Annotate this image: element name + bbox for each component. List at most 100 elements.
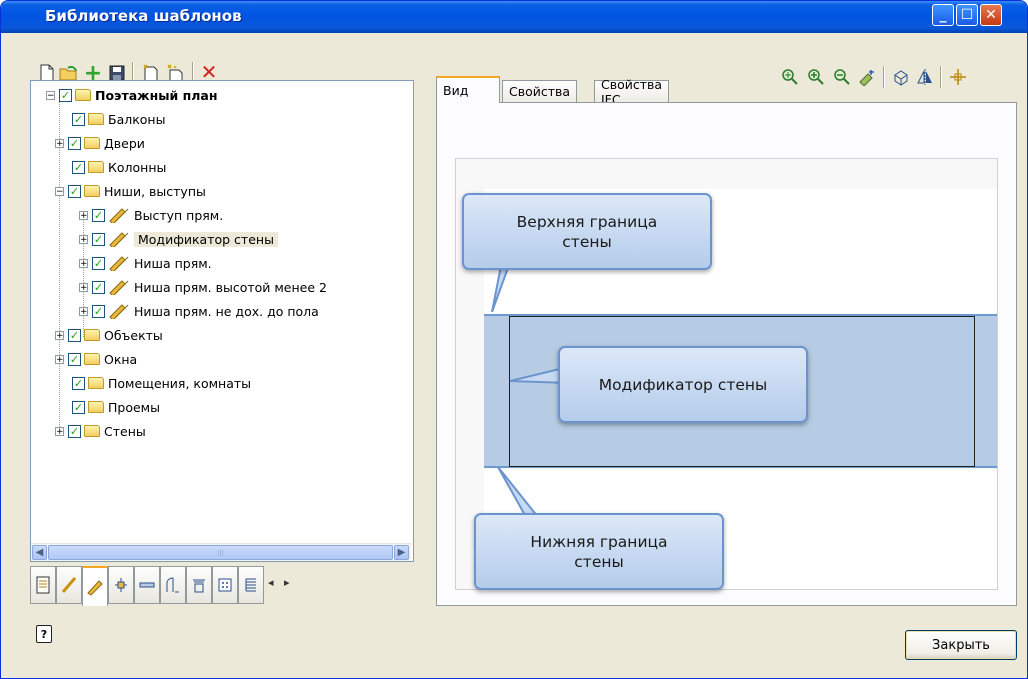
- tree-item-label: Балконы: [108, 111, 166, 127]
- snap-point-icon[interactable]: [947, 66, 969, 88]
- checkbox[interactable]: ✓: [92, 208, 105, 222]
- checkbox[interactable]: ✓: [92, 232, 105, 246]
- tree-root[interactable]: − ✓ Поэтажный план: [46, 84, 218, 106]
- folder-icon: [84, 137, 100, 149]
- checkbox[interactable]: ✓: [72, 400, 85, 414]
- category-tabs: ◂ ▸: [30, 566, 412, 606]
- maximize-button[interactable]: ☐: [956, 4, 978, 26]
- tree-item[interactable]: + ✓ Ниша прям. не дох. до пола: [79, 300, 319, 322]
- horizontal-scrollbar[interactable]: ◀ ||| ▶: [31, 543, 411, 561]
- tree-item-selected[interactable]: + ✓ Модификатор стены: [79, 228, 278, 250]
- tree-item-label: Ниши, выступы: [104, 183, 206, 199]
- toolbar-separator: [883, 66, 885, 88]
- scroll-left-button[interactable]: ◀: [32, 545, 47, 560]
- category-tab-documents[interactable]: [30, 566, 56, 604]
- callout-middle-text: Модификатор стены: [598, 375, 768, 394]
- tree-item-label: Проемы: [108, 399, 160, 415]
- checkbox[interactable]: ✓: [72, 376, 85, 390]
- folder-icon: [84, 425, 100, 437]
- checkbox[interactable]: ✓: [92, 304, 105, 318]
- wall-tool-icon: [108, 207, 130, 223]
- close-button[interactable]: Закрыть: [905, 630, 1017, 660]
- checkbox[interactable]: ✓: [68, 184, 81, 198]
- view-3d-icon[interactable]: [890, 66, 912, 88]
- checkbox[interactable]: ✓: [68, 352, 81, 366]
- category-tab-doors[interactable]: [160, 566, 186, 604]
- expand-toggle[interactable]: +: [55, 330, 64, 340]
- tabs-scroll-right-icon[interactable]: ▸: [284, 576, 290, 589]
- wall-tool-icon: [108, 255, 130, 271]
- expand-toggle[interactable]: +: [79, 210, 88, 220]
- category-tab-stairs[interactable]: [238, 566, 264, 604]
- category-tab-lines[interactable]: [56, 566, 82, 604]
- callout-wall-modifier: Модификатор стены: [558, 346, 808, 423]
- expand-toggle[interactable]: +: [79, 258, 88, 268]
- zoom-all-icon[interactable]: [779, 66, 801, 88]
- checkbox[interactable]: ✓: [92, 256, 105, 270]
- expand-toggle[interactable]: +: [55, 426, 64, 436]
- tree-item[interactable]: + ✓ Окна: [55, 348, 137, 370]
- tree-item[interactable]: ✓ Колонны: [59, 156, 166, 178]
- tree-item-label: Колонны: [108, 159, 167, 175]
- checkbox[interactable]: ✓: [72, 160, 85, 174]
- callout-bottom-boundary: Нижняя граница стены: [474, 513, 724, 590]
- tab-ifc-properties[interactable]: Свойства IFC: [594, 77, 670, 107]
- category-tab-columns[interactable]: [108, 566, 134, 604]
- scroll-right-button[interactable]: ▶: [394, 545, 409, 560]
- tree-item[interactable]: + ✓ Ниша прям. высотой менее 2: [79, 276, 327, 298]
- checkbox[interactable]: ✓: [68, 424, 81, 438]
- checkbox[interactable]: ✓: [72, 112, 85, 126]
- tree-item-label: Помещения, комнаты: [108, 375, 252, 391]
- category-tab-grid[interactable]: [212, 566, 238, 604]
- expand-toggle[interactable]: +: [79, 282, 88, 292]
- zoom-window-icon[interactable]: [857, 66, 879, 88]
- zoom-out-icon[interactable]: [831, 66, 853, 88]
- root-checkbox[interactable]: ✓: [59, 88, 72, 102]
- tree-item[interactable]: + ✓ Стены: [55, 420, 146, 442]
- category-tab-walls[interactable]: [82, 566, 108, 606]
- close-window-button[interactable]: ✕: [980, 4, 1002, 26]
- tree-item[interactable]: ✓ Проемы: [59, 396, 160, 418]
- tabs-scroll-left-icon[interactable]: ◂: [268, 576, 274, 589]
- help-icon[interactable]: ?: [36, 625, 52, 643]
- expand-toggle[interactable]: +: [79, 306, 88, 316]
- tree-item[interactable]: ✓ Помещения, комнаты: [59, 372, 251, 394]
- tree-root-label: Поэтажный план: [95, 87, 218, 103]
- tree-item[interactable]: + ✓ Выступ прям.: [79, 204, 223, 226]
- tree-item[interactable]: + ✓ Объекты: [55, 324, 163, 346]
- folder-icon: [88, 377, 104, 389]
- expand-toggle[interactable]: +: [79, 234, 88, 244]
- tab-view[interactable]: Вид: [436, 76, 500, 103]
- tree-item-label: Модификатор стены: [134, 231, 278, 247]
- zoom-in-icon[interactable]: [805, 66, 827, 88]
- title-bar[interactable]: Библиотека шаблонов _ ☐ ✕: [1, 1, 1027, 33]
- tree-item-label: Стены: [104, 423, 146, 439]
- category-tab-windows[interactable]: [186, 566, 212, 604]
- tab-properties[interactable]: Свойства: [502, 80, 578, 102]
- tree-item-label: Ниша прям.: [134, 255, 212, 271]
- scroll-thumb[interactable]: |||: [48, 545, 393, 560]
- tree-item-label: Выступ прям.: [134, 207, 224, 223]
- checkbox[interactable]: ✓: [68, 328, 81, 342]
- tree-item[interactable]: + ✓ Ниша прям.: [79, 252, 212, 274]
- checkbox[interactable]: ✓: [92, 280, 105, 294]
- collapse-toggle[interactable]: −: [55, 186, 64, 196]
- callout-top-line1: Верхняя граница: [516, 212, 658, 231]
- tree-item-label: Объекты: [104, 327, 163, 343]
- template-tree[interactable]: − ✓ Поэтажный план ✓ Балконы + ✓ Двери ✓…: [30, 80, 414, 562]
- tree-item-label: Ниша прям. не дох. до пола: [134, 303, 319, 319]
- minimize-button[interactable]: _: [932, 4, 954, 26]
- callout-bottom-line2: стены: [574, 552, 624, 571]
- checkbox[interactable]: ✓: [68, 136, 81, 150]
- wall-tool-icon: [108, 279, 130, 295]
- wall-tool-icon: [108, 303, 130, 319]
- folder-icon: [88, 113, 104, 125]
- collapse-toggle[interactable]: −: [46, 90, 55, 100]
- tree-item[interactable]: ✓ Балконы: [59, 108, 165, 130]
- tree-item[interactable]: + ✓ Двери: [55, 132, 145, 154]
- mirror-icon[interactable]: [914, 66, 936, 88]
- expand-toggle[interactable]: +: [55, 138, 64, 148]
- expand-toggle[interactable]: +: [55, 354, 64, 364]
- category-tab-beams[interactable]: [134, 566, 160, 604]
- tree-item[interactable]: − ✓ Ниши, выступы: [55, 180, 206, 202]
